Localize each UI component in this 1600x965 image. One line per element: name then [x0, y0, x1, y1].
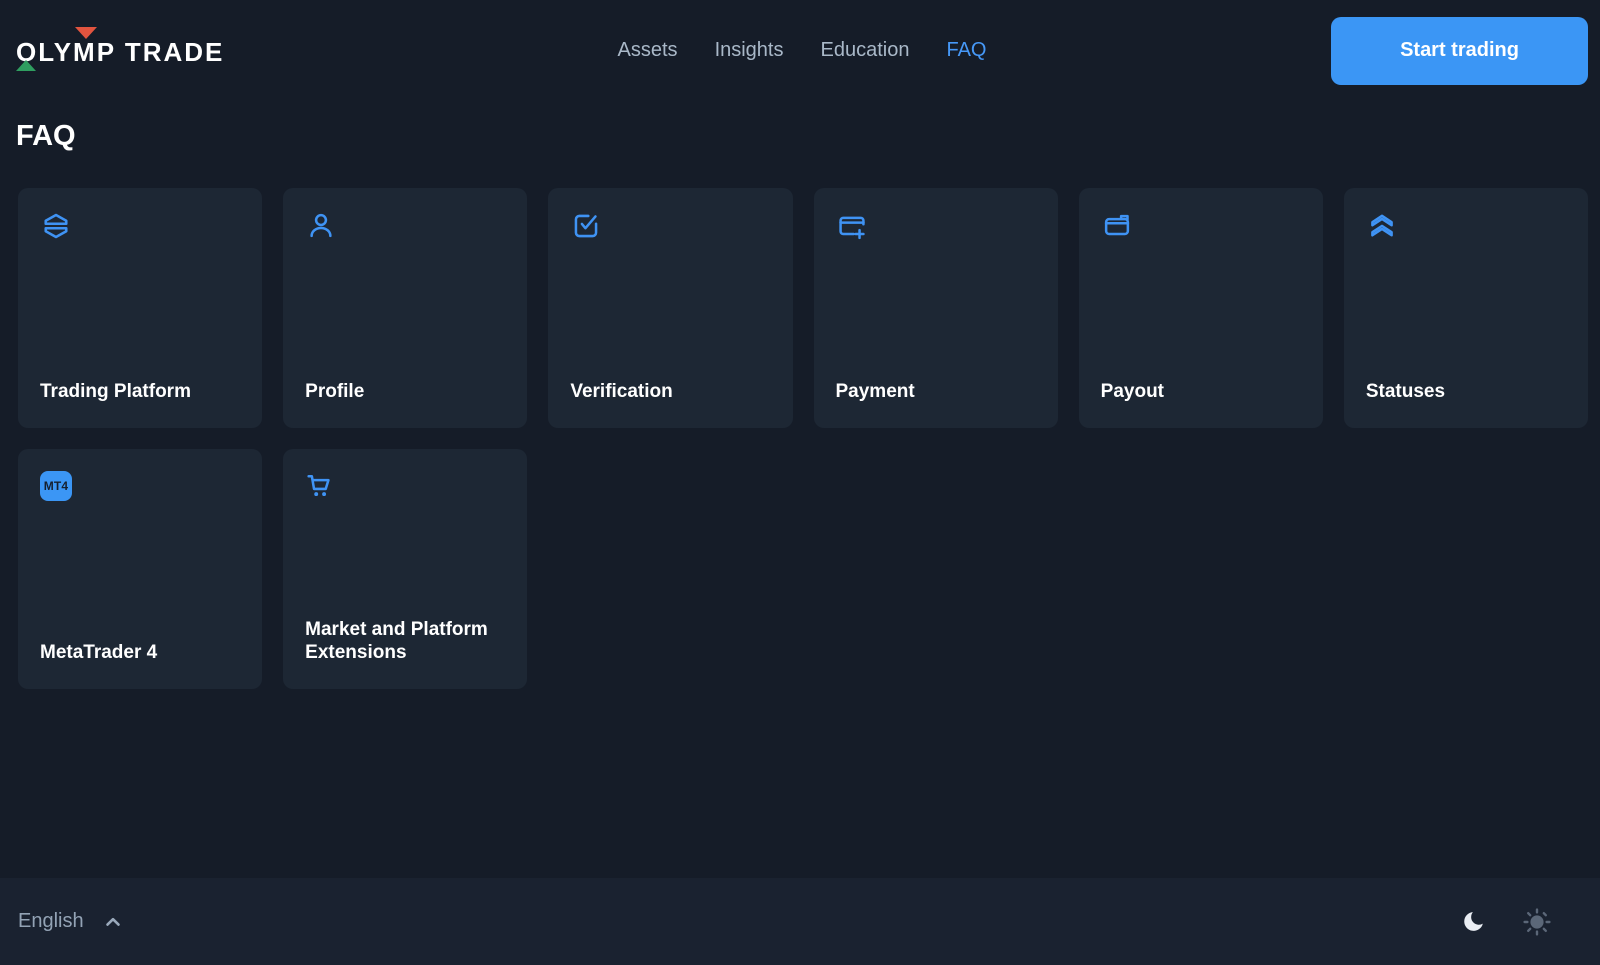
olymp-trade-logo[interactable]: OLYMP TRADE: [16, 33, 224, 69]
card-metatrader-4[interactable]: MT4 MetaTrader 4: [18, 449, 262, 689]
logo-red-triangle-icon: [75, 27, 97, 39]
card-profile[interactable]: Profile: [283, 188, 527, 428]
language-label: English: [18, 910, 84, 933]
card-label: MetaTrader 4: [40, 642, 240, 667]
card-label: Verification: [570, 381, 770, 406]
card-verification[interactable]: Verification: [548, 188, 792, 428]
card-label: Payout: [1101, 381, 1301, 406]
rank-chevrons-icon: [1366, 210, 1398, 242]
profile-icon: [305, 210, 337, 242]
card-payment[interactable]: Payment: [814, 188, 1058, 428]
wallet-icon: [1101, 210, 1133, 242]
theme-toggles: [1461, 907, 1552, 937]
nav-item-assets[interactable]: Assets: [618, 39, 678, 62]
main-nav: Assets Insights Education FAQ: [618, 39, 987, 62]
card-label: Market and Platform Extensions: [305, 619, 505, 667]
light-theme-sun-icon[interactable]: [1522, 907, 1552, 937]
shopping-cart-icon: [305, 471, 337, 503]
page-title: FAQ: [16, 121, 1600, 153]
footer: English: [0, 878, 1600, 965]
faq-category-grid: Trading Platform Profile Verification: [0, 153, 1600, 689]
mt4-badge-text: MT4: [40, 471, 72, 501]
card-label: Statuses: [1366, 381, 1566, 406]
logo-green-triangle-icon: [16, 60, 36, 71]
header: OLYMP TRADE Assets Insights Education FA…: [0, 0, 1600, 101]
nav-item-insights[interactable]: Insights: [715, 39, 784, 62]
chevron-up-icon: [101, 910, 125, 934]
mt4-badge-icon: MT4: [40, 471, 72, 503]
verification-check-icon: [570, 210, 602, 242]
nav-item-faq[interactable]: FAQ: [946, 39, 986, 62]
trading-platform-icon: [40, 210, 72, 242]
start-trading-button[interactable]: Start trading: [1331, 17, 1588, 85]
card-payout[interactable]: Payout: [1079, 188, 1323, 428]
dark-theme-moon-icon[interactable]: [1461, 908, 1489, 936]
card-statuses[interactable]: Statuses: [1344, 188, 1588, 428]
logo-text: OLYMP TRADE: [16, 37, 224, 67]
nav-item-education[interactable]: Education: [821, 39, 910, 62]
language-selector[interactable]: English: [18, 910, 125, 934]
card-trading-platform[interactable]: Trading Platform: [18, 188, 262, 428]
card-label: Payment: [836, 381, 1036, 406]
card-market-platform-extensions[interactable]: Market and Platform Extensions: [283, 449, 527, 689]
card-label: Profile: [305, 381, 505, 406]
card-label: Trading Platform: [40, 381, 240, 406]
card-add-icon: [836, 210, 868, 242]
